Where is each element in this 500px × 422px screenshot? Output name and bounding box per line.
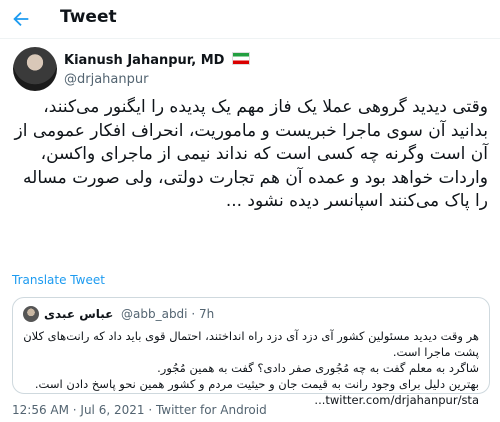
author-name-text[interactable]: Kianush Jahanpur, MD (64, 53, 224, 68)
quoted-author-handle: @abb_abdi · 7h (121, 307, 215, 321)
page-title: Tweet (60, 7, 117, 27)
top-bar: Tweet (0, 0, 500, 39)
translate-tweet-link[interactable]: Translate Tweet (12, 273, 105, 287)
quoted-line: شاگرد به معلم گفت به چه مُجُوری صفر دادی… (157, 361, 479, 375)
tweet-timestamp[interactable]: 12:56 AM · Jul 6, 2021 · Twitter for And… (12, 403, 267, 417)
tweet-text: وقتی دیدید گروهی عملا یک فاز مهم یک پدید… (14, 97, 489, 211)
quoted-tweet[interactable]: عباس عبدی @abb_abdi · 7h هر وقت دیدید مس… (12, 297, 490, 407)
quoted-tweet-text: هر وقت دیدید مسئولین کشور آی دزد آی دزد … (23, 328, 479, 408)
author-name[interactable]: Kianush Jahanpur, MD (64, 52, 251, 68)
quoted-author-name: عباس عبدی (44, 307, 114, 321)
quoted-line: هر وقت دیدید مسئولین کشور آی دزد آی دزد … (23, 329, 479, 359)
author-handle[interactable]: @drjahanpur (64, 72, 148, 87)
arrow-left-icon[interactable] (10, 8, 32, 30)
quoted-tweet-header: عباس عبدی @abb_abdi · 7h (13, 304, 489, 324)
quoted-author-avatar (23, 306, 39, 322)
author-avatar[interactable] (13, 47, 57, 91)
iran-flag-icon (232, 52, 251, 65)
